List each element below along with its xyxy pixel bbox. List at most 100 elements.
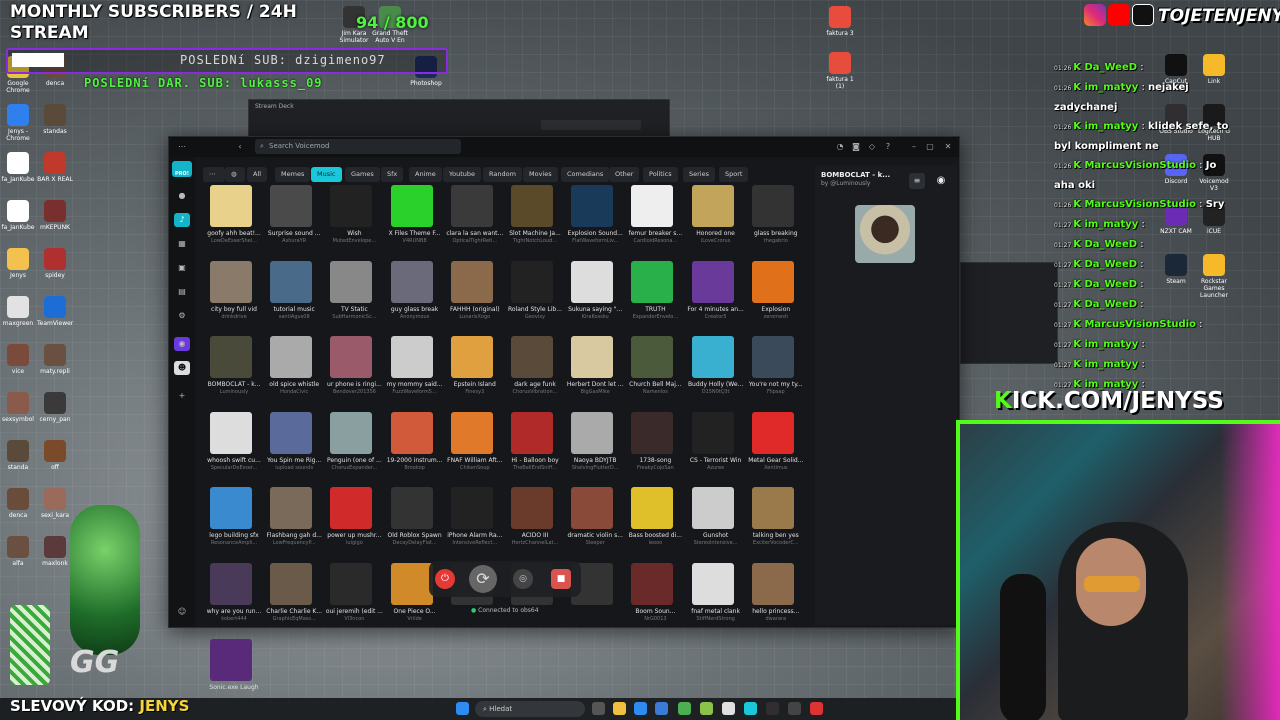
sound-tile[interactable]: Bass boosted di... leooo <box>626 487 682 557</box>
search-input[interactable]: ⌕ Search Voicemod <box>255 139 461 154</box>
sound-tile[interactable]: Sukuna saying "... KiraKossku <box>566 260 622 331</box>
sound-tile[interactable]: Metal Gear Solid... Xentimus <box>747 411 803 482</box>
start-icon[interactable] <box>456 702 469 715</box>
sound-tile[interactable]: Herbert Dont let ... BigGasMike <box>566 336 623 406</box>
sound-tile[interactable]: Slot Machine Ja... TightNotchLoud... <box>506 185 562 255</box>
add-icon[interactable]: + <box>174 389 190 403</box>
microphone-icon[interactable]: ● <box>174 189 190 203</box>
sound-tile[interactable]: TV Static SubHarmonicSc... <box>325 260 381 331</box>
sound-tile[interactable]: my mommy said... FuzzWaveform5... <box>386 336 443 406</box>
desktop-icon[interactable]: fa_JanKube <box>0 152 36 183</box>
lock-icon[interactable]: ▣ <box>174 261 190 275</box>
sound-tile[interactable]: Honored one iLoveCrorus <box>687 185 743 255</box>
soundboard-icon[interactable]: ♪ <box>174 213 190 227</box>
desktop-icon[interactable]: TeamViewer <box>37 296 73 327</box>
desktop-icon[interactable]: mKEPUNK <box>37 200 73 231</box>
sound-tile[interactable]: tutorial music santiAgus08 <box>265 260 321 331</box>
sound-tile[interactable]: fnaf metal clank StiffNerdStrong <box>687 563 743 633</box>
sound-tile[interactable]: BOMBOCLAT - k... Luminously <box>205 336 261 406</box>
app-icon-purple[interactable]: ◉ <box>174 337 190 351</box>
app-taskbar-icon[interactable] <box>810 702 823 715</box>
stream-deck-window[interactable]: Stream Deck <box>248 99 670 141</box>
sound-tile[interactable]: whoosh swift cu... SpecularDeEsser... <box>205 411 261 482</box>
globe-icon[interactable]: ◍ <box>225 167 245 182</box>
chrome-icon[interactable] <box>678 702 691 715</box>
tab-sfx[interactable]: Sfx <box>381 167 404 182</box>
sound-tile[interactable]: TRUTH ExpanderEnvelo... <box>626 260 682 331</box>
sound-tile[interactable]: old spice whistle HondaCivic <box>265 336 321 406</box>
settings-icon[interactable]: ⚙ <box>174 309 190 323</box>
pdf-file[interactable]: faktura 1 (1) <box>822 52 858 90</box>
tab-politics[interactable]: Politics <box>643 167 678 182</box>
sound-tile[interactable]: X Files Theme F... V4RUNB8 <box>386 185 442 255</box>
sound-tile[interactable]: glass breaking thegabrio <box>747 185 803 255</box>
desktop-icon[interactable]: off <box>37 440 73 471</box>
background-window[interactable] <box>960 262 1058 364</box>
sound-tile[interactable]: Gunshot StereoIntensive... <box>687 487 743 557</box>
tab-movies[interactable]: Movies <box>523 167 558 182</box>
desktop-icon[interactable]: Jenys - Chrome <box>0 104 36 142</box>
sound-tile[interactable]: hello princess... dwarara <box>747 563 803 633</box>
sound-tile[interactable]: Old Roblox Spawn DecayDelayFlat... <box>386 487 442 557</box>
tab-all[interactable]: All <box>247 167 268 182</box>
notepad-icon[interactable] <box>722 702 735 715</box>
sound-tile[interactable]: 19-2000 instrum... Brookop <box>386 411 442 482</box>
sound-tile[interactable]: You Spin me Rig... iupload sounds <box>265 411 321 482</box>
sound-tile[interactable]: talking ben yes ExciterVocoderC... <box>747 487 803 557</box>
pdf-file[interactable]: faktura 3 <box>822 6 858 37</box>
sound-tile[interactable]: Buddy Holly (We... D15N0tÇ0t <box>687 336 743 406</box>
help-icon[interactable]: ? <box>881 140 895 154</box>
sound-tile[interactable]: Epstein Island Finesy3 <box>446 336 502 406</box>
sound-tile[interactable]: clara la san want... OpticalTightRetl... <box>446 185 503 255</box>
desktop-icon[interactable]: fa_JanKube <box>0 200 36 231</box>
sound-tile[interactable]: Flashbang gah d... LowFrequencyP... <box>265 487 322 557</box>
sound-tile[interactable]: FNAF William Aft... ChikenSoup <box>446 411 502 482</box>
sound-tile[interactable]: You're not my ty... Flipsap <box>747 336 803 406</box>
sound-tile[interactable]: CS - Terrorist Win Azuree <box>687 411 743 482</box>
tab-games[interactable]: Games <box>345 167 380 182</box>
store-taskbar-icon[interactable] <box>655 702 668 715</box>
sound-tile[interactable]: Explosion zeromesh <box>747 260 803 331</box>
desktop-icon[interactable]: Jenys <box>0 248 36 279</box>
refresh-icon[interactable]: ⟳ <box>469 565 497 593</box>
desktop-icon[interactable]: BAR X REAL <box>37 152 73 183</box>
sound-tile[interactable]: For 4 minutes an... Creator5 <box>687 260 744 331</box>
selected-sound-author[interactable]: by @Luminously <box>821 180 870 187</box>
sound-tile[interactable]: lego building sfx ResonanceAmpli... <box>205 487 261 557</box>
back-arrow-icon[interactable]: ‹ <box>233 140 247 154</box>
taskbar-search[interactable]: ⌕ Hledat <box>475 701 585 717</box>
voicemod-window[interactable]: ⋯ ‹ ⌕ Search Voicemod ◔ ◙ ◇ ? – ▢ ✕ PRO! … <box>168 136 960 698</box>
sliders-icon[interactable]: ≡ <box>909 173 925 189</box>
sound-tile[interactable]: iPhone Alarm Ra... IntensiveReflect... <box>446 487 502 557</box>
sound-tile[interactable]: Roland Style Lib... Geovixy <box>506 260 562 331</box>
sound-tile[interactable]: ACIDO III HertzChannelLat... <box>506 487 562 557</box>
sound-tile[interactable]: city boy full vid drinkdrive <box>205 260 261 331</box>
sound-tile[interactable]: why are you run... kobert444 <box>205 563 261 633</box>
sound-tile[interactable]: guy glass break Anonymous <box>386 260 442 331</box>
sound-tile[interactable]: oui jeremih (edit ... Vl3ncon <box>325 563 383 633</box>
voice-icon[interactable]: ◎ <box>513 569 533 589</box>
tab-series[interactable]: Series <box>683 167 715 182</box>
diamond-icon[interactable]: ◇ <box>865 140 879 154</box>
tab-youtube[interactable]: Youtube <box>443 167 481 182</box>
discord-icon[interactable]: ◙ <box>849 140 863 154</box>
desktop-icon[interactable]: standa <box>0 440 36 471</box>
tab-random[interactable]: Random <box>483 167 522 182</box>
obs-taskbar-icon[interactable] <box>766 702 779 715</box>
stop-icon[interactable]: ■ <box>551 569 571 589</box>
tab-music[interactable]: Music <box>311 167 342 182</box>
chrome-profile-icon[interactable] <box>700 702 713 715</box>
more-menu-icon[interactable]: ⋯ <box>175 140 189 154</box>
desktop-icon[interactable]: vice <box>0 344 36 375</box>
edge-icon[interactable] <box>634 702 647 715</box>
sound-tile[interactable]: Wish MutedEnvelope... <box>325 185 381 255</box>
grid-icon[interactable]: ▦ <box>174 237 190 251</box>
sound-tile[interactable]: femur breaker s... CardioidResona... <box>626 185 682 255</box>
task-view-icon[interactable] <box>592 702 605 715</box>
file-explorer-icon[interactable] <box>613 702 626 715</box>
filter-icon[interactable]: ⋯ <box>203 167 225 182</box>
record-icon[interactable]: ◉ <box>933 173 949 189</box>
tab-sport[interactable]: Sport <box>719 167 749 182</box>
sound-tile[interactable]: Explosion Sound... FlatWaveformLiv... <box>566 185 623 255</box>
sound-tile[interactable]: dramatic violin s... Sleeper <box>566 487 623 557</box>
